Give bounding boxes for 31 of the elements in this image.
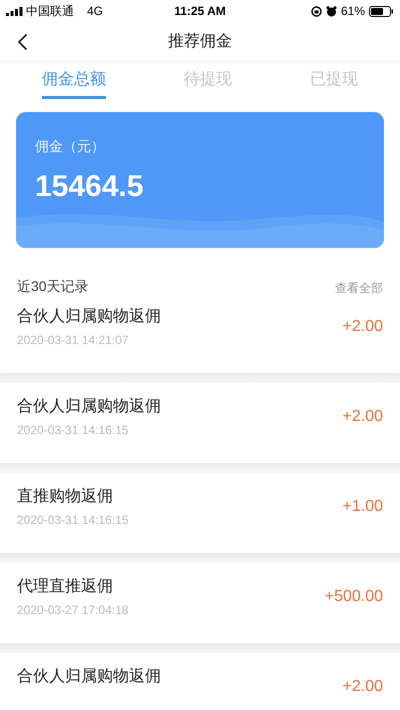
record-amount: +2.00 [342, 407, 383, 427]
record-title: 直推购物返佣 [17, 486, 113, 507]
record-time: 2020-03-31 14:16:15 [17, 512, 128, 529]
record-title: 合伙人归属购物返佣 [17, 306, 161, 327]
record-row[interactable]: 直推购物返佣 2020-03-31 14:16:15 +1.00 [0, 473, 400, 553]
signal-icon [6, 6, 23, 16]
carrier-name: 中国联通 [26, 3, 74, 20]
battery-icon [369, 6, 394, 16]
network-type: 4G [87, 3, 104, 20]
record-row[interactable]: 合伙人归属购物返佣 2020-03-31 14:16:15 +2.00 [0, 383, 400, 463]
summary-label: 佣金（元） [35, 137, 105, 156]
record-time: 2020-03-27 17:04:18 [17, 602, 128, 619]
page-title: 推荐佣金 [168, 32, 232, 52]
rotation-lock-icon [310, 6, 322, 16]
record-amount: +2.00 [342, 317, 383, 337]
record-amount: +1.00 [342, 497, 383, 517]
record-title: 代理直推返佣 [17, 576, 113, 597]
record-time: 2020-03-31 14:21:07 [17, 332, 128, 349]
summary-amount: 15464.5 [35, 169, 144, 205]
section-title: 近30天记录 [17, 277, 89, 296]
battery-percent: 61% [340, 3, 365, 20]
record-title: 合伙人归属购物返佣 [17, 396, 161, 417]
record-amount: +500.00 [324, 587, 383, 607]
record-time: 2020-03-31 14:16:15 [17, 422, 128, 439]
chevron-left-icon [16, 33, 28, 51]
record-row[interactable]: 合伙人归属购物返佣 +2.00 [0, 653, 400, 710]
record-amount: +2.00 [342, 677, 383, 697]
record-row[interactable]: 代理直推返佣 2020-03-27 17:04:18 +500.00 [0, 563, 400, 643]
record-title: 合伙人归属购物返佣 [17, 666, 161, 687]
alarm-icon [326, 6, 337, 16]
status-time: 11:25 AM [173, 3, 227, 20]
